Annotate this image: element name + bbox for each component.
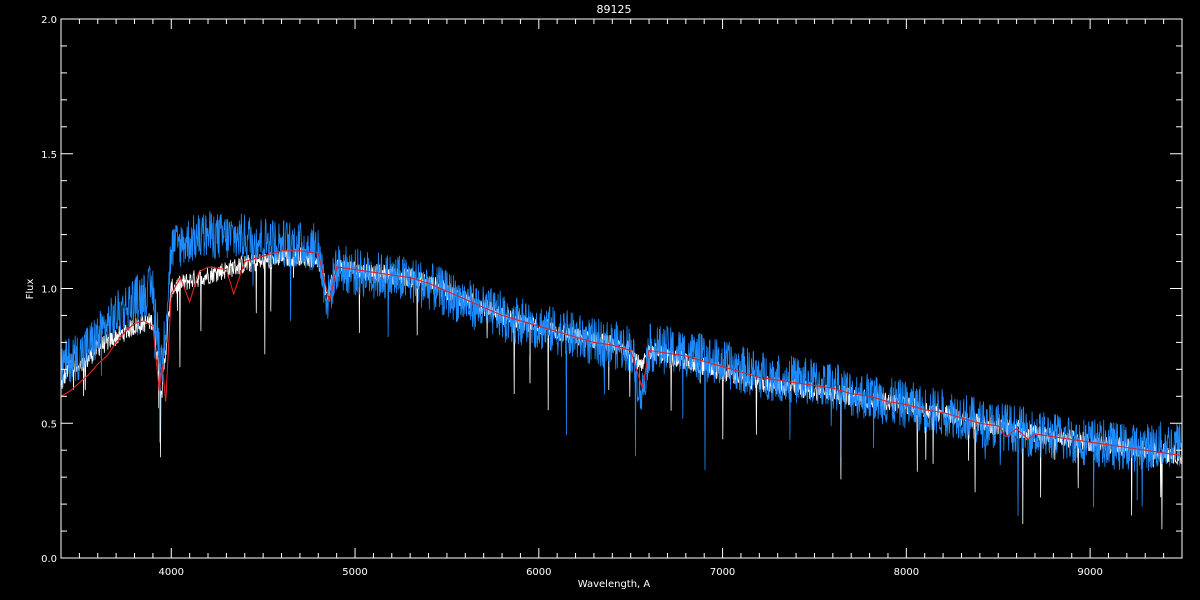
x-tick-label: 4000: [159, 567, 184, 578]
y-tick-label: 0.0: [41, 554, 57, 565]
spectrum-chart: 89125 4000 5000 6000 7000 8000 9000 0.0 0.5 1.0 1…: [0, 0, 1200, 600]
y-tick-label: 2.0: [41, 15, 57, 26]
x-tick-label: 5000: [342, 567, 367, 578]
y-axis-label: Flux: [25, 279, 36, 300]
y-tick-label: 1.5: [41, 150, 57, 161]
x-tick-label: 6000: [526, 567, 551, 578]
chart-title: 89125: [597, 3, 632, 16]
y-tick-label: 1.0: [41, 285, 57, 296]
x-tick-label: 7000: [710, 567, 735, 578]
x-tick-label: 9000: [1077, 567, 1102, 578]
x-tick-label: 8000: [894, 567, 919, 578]
x-axis-label: Wavelength, A: [578, 579, 651, 590]
y-tick-label: 0.5: [41, 419, 57, 430]
